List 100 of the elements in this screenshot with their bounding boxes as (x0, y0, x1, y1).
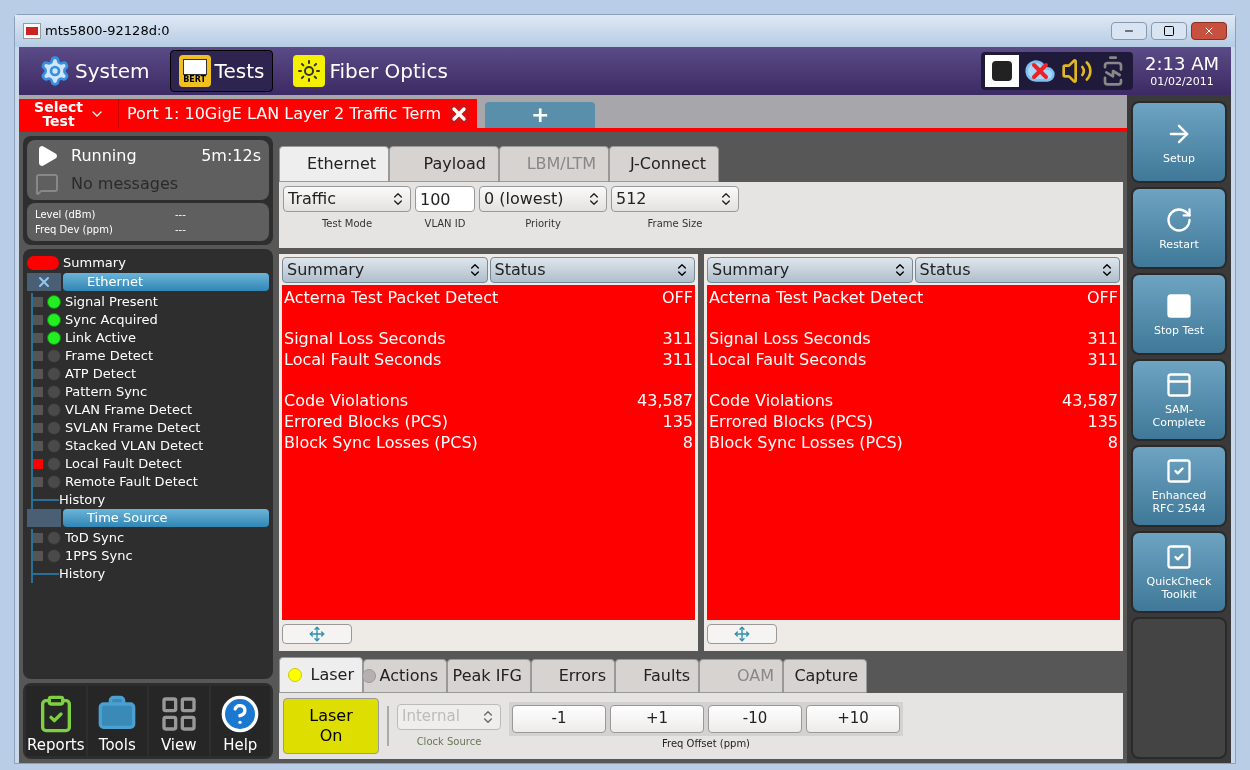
field-label: VLAN ID (424, 217, 466, 231)
tree-item[interactable]: Stacked VLAN Detect (65, 436, 204, 456)
result-label: Code Violations (284, 390, 409, 411)
tree-item[interactable]: Local Fault Detect (65, 454, 182, 474)
dropdown[interactable]: 0 (lowest) (479, 186, 607, 212)
result-value: 311 (1087, 349, 1118, 370)
offset-button[interactable]: +10 (806, 704, 900, 733)
field-label: Frame Size (647, 217, 703, 231)
result-value: 8 (1107, 432, 1118, 453)
close-button[interactable] (1191, 22, 1227, 40)
config-tab[interactable]: Payload (389, 146, 499, 182)
tool-button[interactable]: View (149, 686, 209, 756)
offset-button[interactable]: -1 (512, 704, 606, 733)
action-tab[interactable]: Capture (783, 659, 867, 693)
result-label: Local Fault Seconds (284, 349, 442, 370)
config-tab[interactable]: Ethernet (279, 146, 389, 182)
reading-label: Freq Dev (ppm) (35, 223, 114, 237)
tree-item[interactable]: Frame Detect (65, 346, 153, 366)
tree-item[interactable]: 1PPS Sync (65, 546, 133, 566)
result-value: 135 (662, 411, 693, 432)
message-icon (35, 172, 59, 196)
side-button[interactable]: Enhanced RFC 2544 (1131, 445, 1227, 527)
add-tab-button[interactable]: + (485, 102, 596, 128)
side-button[interactable]: Stop Test (1131, 273, 1227, 355)
select-test-button[interactable]: Select Test (19, 99, 119, 128)
tree-item[interactable]: Signal Present (65, 292, 158, 312)
clock-time: 2:13 AM (1145, 52, 1219, 76)
tool-button[interactable]: Help (210, 686, 270, 756)
move-button[interactable] (282, 624, 352, 644)
dropdown[interactable]: Traffic (283, 186, 411, 212)
run-state: Running (71, 145, 138, 167)
tool-button[interactable]: Reports (26, 686, 86, 756)
field-label: Priority (525, 217, 561, 231)
tree-item[interactable]: History (59, 564, 106, 584)
stop-icon (1165, 291, 1193, 320)
result-label: Block Sync Losses (PCS) (709, 432, 903, 453)
action-tab[interactable]: Errors (531, 659, 615, 693)
tree-item[interactable]: ToD Sync (65, 528, 125, 548)
column-selector[interactable]: Summary (707, 257, 913, 283)
tree-item[interactable]: Remote Fault Detect (65, 472, 198, 492)
result-label: Acterna Test Packet Detect (709, 287, 924, 308)
elapsed-time: 5m:12s (201, 145, 261, 167)
action-tab[interactable]: Peak IFG (447, 659, 531, 693)
result-value: 311 (662, 328, 693, 349)
clock-date: 01/02/2011 (1150, 75, 1214, 90)
vlan-input[interactable]: 100 (415, 186, 475, 212)
side-button[interactable]: Restart (1131, 187, 1227, 269)
close-icon (1203, 25, 1215, 37)
tree-item[interactable]: SVLAN Frame Detect (65, 418, 201, 438)
action-tab[interactable]: Laser (279, 657, 363, 693)
offset-button[interactable]: -10 (708, 704, 802, 733)
side-button[interactable]: SAM-Complete (1131, 359, 1227, 441)
tree-item[interactable]: Link Active (65, 328, 136, 348)
field-label: Freq Offset (ppm) (661, 736, 751, 751)
offset-button[interactable]: +1 (610, 704, 704, 733)
test-tab[interactable]: Port 1: 10GigE LAN Layer 2 Traffic Term (119, 99, 478, 128)
tool-button[interactable]: Tools (87, 686, 147, 756)
config-tab[interactable]: J-Connect (609, 146, 719, 182)
side-button[interactable]: Setup (1131, 101, 1227, 183)
side-button[interactable]: QuickCheck Toolkit (1131, 531, 1227, 613)
field-label: Clock Source (416, 734, 482, 749)
column-selector[interactable]: Status (914, 257, 1120, 283)
menu-tab[interactable]: System (31, 50, 158, 92)
result-label: Block Sync Losses (PCS) (284, 432, 478, 453)
move-arrows-icon (309, 626, 325, 642)
action-tab[interactable]: Faults (615, 659, 699, 693)
result-value: 135 (1087, 411, 1118, 432)
result-label: Signal Loss Seconds (709, 328, 871, 349)
checkbox-icon (1165, 543, 1193, 571)
tree-item[interactable]: Pattern Sync (65, 382, 148, 402)
close-tab-icon (449, 103, 470, 124)
action-tab[interactable]: Actions (363, 659, 447, 693)
restart-icon (1165, 205, 1193, 234)
column-selector[interactable]: Status (489, 257, 695, 283)
column-selector[interactable]: Summary (282, 257, 488, 283)
result-value: 43,587 (1062, 390, 1118, 411)
tree-item[interactable]: Sync Acquired (65, 310, 158, 330)
app-logo-icon (23, 23, 41, 39)
menu-tab[interactable]: BERT Tests (169, 50, 274, 92)
checkbox-icon (1165, 457, 1193, 485)
gear-icon (39, 55, 71, 87)
menu-tab[interactable]: Fiber Optics (285, 50, 456, 92)
result-label: Errored Blocks (PCS) (709, 411, 873, 432)
reading-label: Level (dBm) (35, 208, 97, 222)
move-arrows-icon (734, 626, 750, 642)
maximize-button[interactable] (1151, 22, 1187, 40)
move-button[interactable] (707, 624, 777, 644)
tree-item[interactable]: VLAN Frame Detect (65, 400, 193, 420)
waveform-badge-icon: BERT (178, 55, 211, 87)
result-label: Acterna Test Packet Detect (284, 287, 499, 308)
tree-item[interactable]: History (59, 490, 106, 510)
result-value: 8 (682, 432, 693, 453)
dropdown[interactable]: 512 (611, 186, 739, 212)
result-value: 311 (662, 349, 693, 370)
result-label: Local Fault Seconds (709, 349, 867, 370)
tree-item[interactable]: ATP Detect (65, 364, 137, 384)
result-value: 311 (1087, 328, 1118, 349)
tree-item[interactable]: Summary (63, 253, 126, 273)
laser-button[interactable]: Laser On (283, 698, 379, 754)
help-icon (220, 693, 261, 734)
